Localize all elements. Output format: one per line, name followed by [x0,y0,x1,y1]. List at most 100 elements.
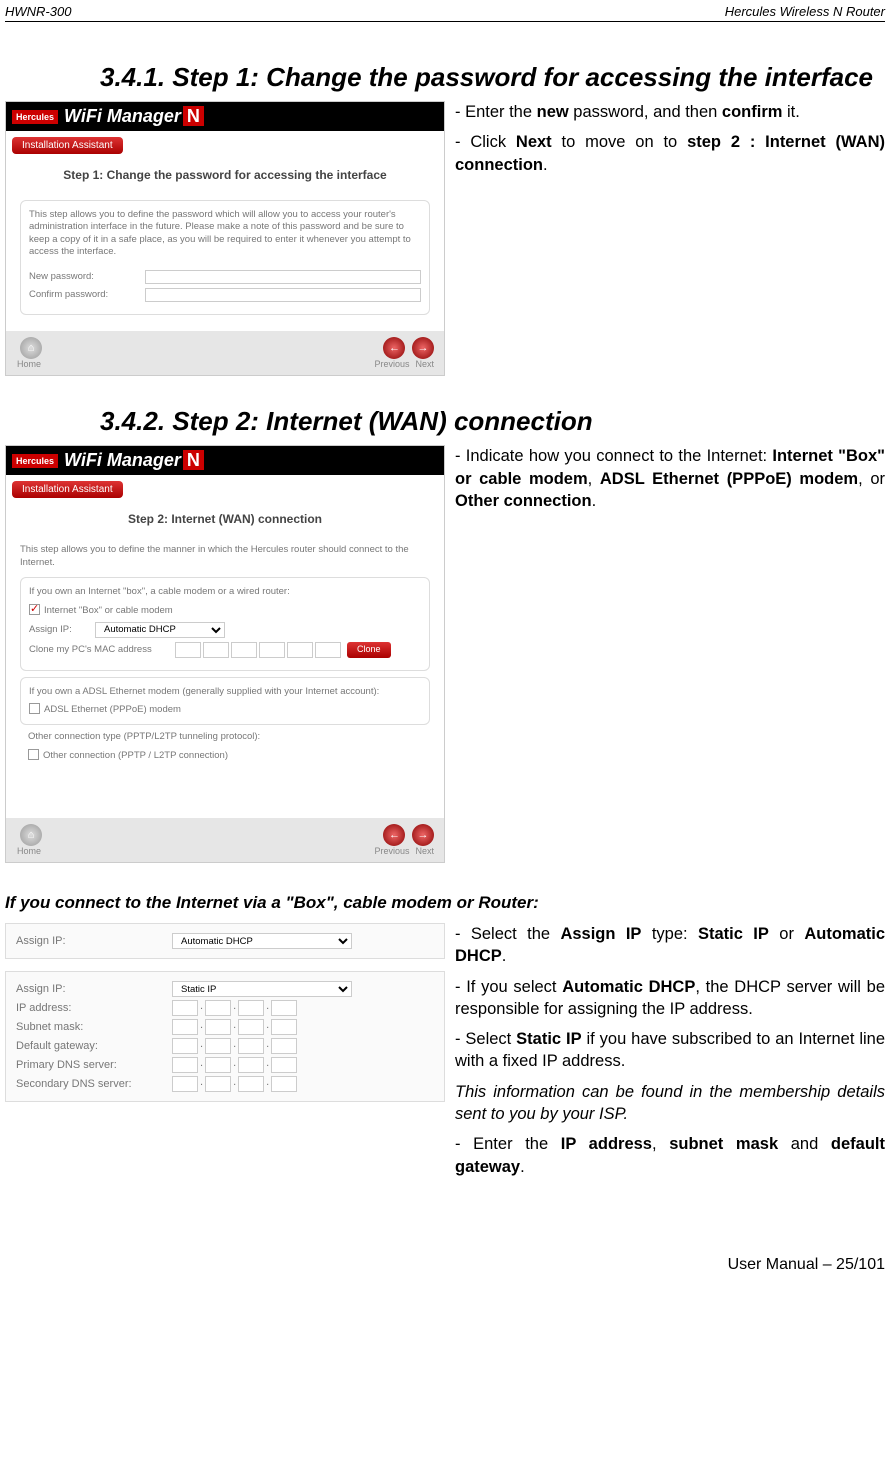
s3-p1: - Select the Assign IP type: Static IP o… [455,923,885,968]
app-title-2: WiFi ManagerN [64,450,204,471]
step1-screenshot: Hercules WiFi ManagerN Installation Assi… [5,101,445,376]
t: . [520,1158,525,1176]
step1-paragraph: This step allows you to define the passw… [29,209,421,258]
section-341-heading: 3.4.1. Step 1: Change the password for a… [100,62,885,93]
tab-installation-assistant[interactable]: Installation Assistant [12,137,123,154]
step2-paragraph: This step allows you to define the manne… [20,544,430,569]
s3-p5: - Enter the IP address, subnet mask and … [455,1133,885,1178]
hercules-logo-2: Hercules [12,454,58,468]
opt2-label: ADSL Ethernet (PPPoE) modem [44,704,181,715]
snippet-static: Assign IP: Static IP IP address: ... Sub… [5,971,445,1102]
previous-button-2[interactable]: ← [383,824,405,846]
home-label-2: Home [16,846,42,856]
home-group-2: ⌂ Home [16,824,42,856]
step1-title: Step 1: Change the password for accessin… [6,154,444,192]
section-341-row: Hercules WiFi ManagerN Installation Assi… [5,101,885,376]
step2-title: Step 2: Internet (WAN) connection [6,498,444,536]
checkbox-other[interactable] [28,749,39,760]
t: , or [858,470,885,488]
t: IP address [561,1135,652,1153]
s2-p1: - Indicate how you connect to the Intern… [455,445,885,512]
nav-group-2: ← → Previous Next [374,824,434,856]
previous-label-2: Previous [374,846,409,856]
pdns-input[interactable]: ... [172,1057,297,1073]
new-password-label: New password: [29,271,139,283]
clone-mac-label: Clone my PC's MAC address [29,644,169,656]
t: . [592,492,597,510]
s1-p1: - Enter the new password, and then confi… [455,101,885,123]
t: confirm [722,103,783,121]
section-3-heading: If you connect to the Internet via a "Bo… [5,893,885,913]
new-password-input[interactable] [145,270,421,284]
next-button-2[interactable]: → [412,824,434,846]
next-button[interactable]: → [412,337,434,359]
home-icon-2[interactable]: ⌂ [20,824,42,846]
previous-button[interactable]: ← [383,337,405,359]
group3-label: Other connection type (PPTP/L2TP tunneli… [28,731,422,743]
product-code: HWNR-300 [5,4,71,19]
snip2-assign-ip-label: Assign IP: [16,983,166,995]
hercules-logo: Hercules [12,110,58,124]
section-342-row: Hercules WiFi ManagerN Installation Assi… [5,445,885,863]
gateway-input[interactable]: ... [172,1038,297,1054]
section-341-side: - Enter the new password, and then confi… [445,101,885,184]
t: - Enter the [455,1135,561,1153]
step2-footer: ⌂ Home ← → Previous Next [6,818,444,862]
snip2-subnet-label: Subnet mask: [16,1021,166,1033]
app-title-text-2: WiFi Manager [64,450,181,470]
nav-group: ← → Previous Next [374,337,434,369]
t: , [652,1135,669,1153]
t: . [502,947,507,965]
t: - If you select [455,978,562,996]
home-icon[interactable]: ⌂ [20,337,42,359]
page-footer: User Manual – 25/101 [5,1256,885,1284]
snip2-select[interactable]: Static IP [172,981,352,997]
t: , [588,470,600,488]
next-label-2: Next [415,846,434,856]
t: to move on to [552,133,687,151]
step1-body: This step allows you to define the passw… [6,192,444,331]
app-header: Hercules WiFi ManagerN [6,102,444,131]
t: password, and then [569,103,722,121]
t: new [537,103,569,121]
assign-ip-select[interactable]: Automatic DHCP [95,622,225,638]
snip2-sdns-label: Secondary DNS server: [16,1078,166,1090]
tab-installation-assistant-2[interactable]: Installation Assistant [12,481,123,498]
t: Static IP [516,1030,581,1048]
ip-address-input[interactable]: ... [172,1000,297,1016]
step1-footer: ⌂ Home ← → Previous Next [6,331,444,375]
confirm-password-label: Confirm password: [29,289,139,301]
group-adsl: If you own a ADSL Ethernet modem (genera… [20,677,430,726]
t: type: [641,925,698,943]
n-badge: N [183,106,204,126]
clone-button[interactable]: Clone [347,642,391,658]
opt3-label: Other connection (PPTP / L2TP connection… [43,750,228,761]
snippet-dhcp: Assign IP: Automatic DHCP [5,923,445,959]
t: it. [782,103,799,121]
t: - Select [455,1030,516,1048]
previous-label: Previous [374,359,409,369]
snip1-label: Assign IP: [16,935,166,947]
app-title: WiFi ManagerN [64,106,204,127]
home-group: ⌂ Home [16,337,42,369]
subnet-input[interactable]: ... [172,1019,297,1035]
group1-label: If you own an Internet "box", a cable mo… [29,586,421,598]
t: ADSL Ethernet (PPPoE) modem [600,470,858,488]
checkbox-box-modem[interactable] [29,604,40,615]
confirm-password-input[interactable] [145,288,421,302]
group-other: Other connection type (PPTP/L2TP tunneli… [20,731,430,762]
sdns-input[interactable]: ... [172,1076,297,1092]
s3-p4: This information can be found in the mem… [455,1081,885,1126]
next-label: Next [415,359,434,369]
snippets: Assign IP: Automatic DHCP Assign IP: Sta… [5,923,445,1114]
snip1-select[interactable]: Automatic DHCP [172,933,352,949]
t: - Select the [455,925,560,943]
snip2-gateway-label: Default gateway: [16,1040,166,1052]
mac-inputs[interactable] [175,642,341,658]
product-name: Hercules Wireless N Router [725,4,885,19]
step2-body: This step allows you to define the manne… [6,536,444,818]
t: or [769,925,804,943]
t: . [543,156,548,174]
t: - Enter the [455,103,537,121]
checkbox-adsl[interactable] [29,703,40,714]
